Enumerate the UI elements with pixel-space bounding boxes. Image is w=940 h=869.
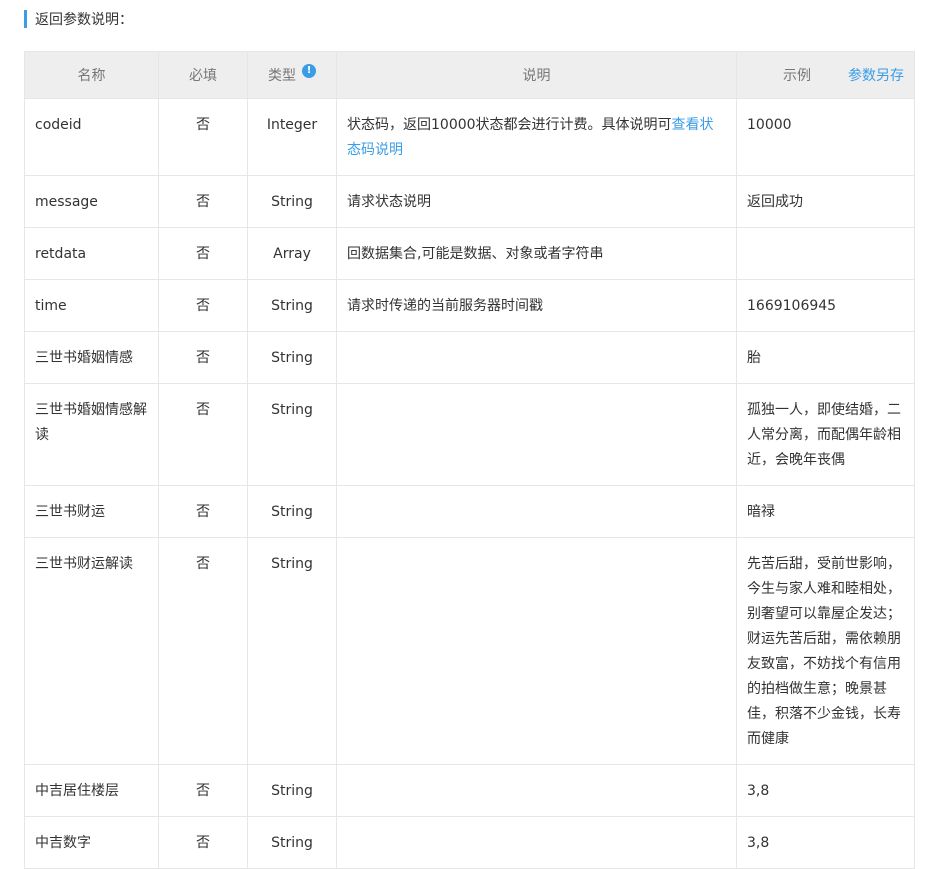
table-row: codeid 否 Integer 状态码，返回10000状态都会进行计费。具体说…: [24, 98, 915, 176]
cell-name: codeid: [24, 98, 159, 176]
table-row: 三世书财运解读 否 String 先苦后甜，受前世影响，今生与家人难和睦相处，别…: [24, 537, 915, 765]
table-row: message 否 String 请求状态说明 返回成功: [24, 175, 915, 228]
table-row: 三世书财运 否 String 暗禄: [24, 485, 915, 538]
cell-type: String: [247, 764, 337, 817]
cell-example: 暗禄: [736, 485, 915, 538]
save-params-link[interactable]: 参数另存: [848, 65, 904, 85]
section-accent-bar: [24, 10, 27, 28]
cell-example: 返回成功: [736, 175, 915, 228]
cell-name: retdata: [24, 227, 159, 280]
header-desc: 说明: [336, 51, 737, 99]
cell-example: 10000: [736, 98, 915, 176]
header-required: 必填: [158, 51, 248, 99]
section-title: 返回参数说明：: [35, 12, 133, 28]
cell-required: 否: [158, 537, 248, 765]
cell-example: 孤独一人，即使结婚，二人常分离，而配偶年龄相近，会晚年丧偶: [736, 383, 915, 486]
cell-desc-text: 状态码，返回10000状态都会进行计费。具体说明可: [347, 117, 672, 133]
table-row: 中吉居住楼层 否 String 3,8: [24, 764, 915, 817]
info-icon[interactable]: !: [302, 64, 316, 78]
cell-required: 否: [158, 485, 248, 538]
cell-required: 否: [158, 816, 248, 869]
cell-type: String: [247, 383, 337, 486]
section-header: 返回参数说明：: [24, 10, 133, 28]
cell-type: String: [247, 175, 337, 228]
cell-name: 三世书婚姻情感解读: [24, 383, 159, 486]
cell-desc: [336, 485, 737, 538]
cell-example: [736, 227, 915, 280]
cell-name: 三世书财运: [24, 485, 159, 538]
cell-desc: [336, 331, 737, 384]
header-example: 示例 参数另存: [736, 51, 915, 99]
cell-desc: 状态码，返回10000状态都会进行计费。具体说明可查看状态码说明: [336, 98, 737, 176]
cell-example: 3,8: [736, 764, 915, 817]
cell-example: 1669106945: [736, 279, 915, 332]
cell-type: String: [247, 485, 337, 538]
return-params-table: 名称 必填 类型 ! 说明 示例 参数另存 codeid 否 Integer 状…: [24, 51, 915, 869]
cell-required: 否: [158, 279, 248, 332]
table-header-row: 名称 必填 类型 ! 说明 示例 参数另存: [24, 51, 915, 99]
cell-name: 中吉数字: [24, 816, 159, 869]
cell-type: Array: [247, 227, 337, 280]
table-row: 三世书婚姻情感解读 否 String 孤独一人，即使结婚，二人常分离，而配偶年龄…: [24, 383, 915, 486]
cell-name: 三世书财运解读: [24, 537, 159, 765]
cell-name: message: [24, 175, 159, 228]
cell-desc: 回数据集合,可能是数据、对象或者字符串: [336, 227, 737, 280]
cell-name: time: [24, 279, 159, 332]
cell-example: 先苦后甜，受前世影响，今生与家人难和睦相处，别奢望可以靠屋企发达；财运先苦后甜，…: [736, 537, 915, 765]
cell-desc: [336, 383, 737, 486]
cell-desc: 请求状态说明: [336, 175, 737, 228]
cell-type: String: [247, 537, 337, 765]
cell-type: Integer: [247, 98, 337, 176]
cell-required: 否: [158, 331, 248, 384]
cell-desc: 请求时传递的当前服务器时间戳: [336, 279, 737, 332]
cell-name: 三世书婚姻情感: [24, 331, 159, 384]
cell-desc: [336, 816, 737, 869]
header-type-label: 类型: [268, 68, 296, 84]
header-type: 类型 !: [247, 51, 337, 99]
cell-desc: [336, 537, 737, 765]
cell-example: 胎: [736, 331, 915, 384]
header-example-label: 示例: [783, 68, 811, 84]
table-row: time 否 String 请求时传递的当前服务器时间戳 1669106945: [24, 279, 915, 332]
cell-desc: [336, 764, 737, 817]
cell-type: String: [247, 279, 337, 332]
table-row: retdata 否 Array 回数据集合,可能是数据、对象或者字符串: [24, 227, 915, 280]
cell-type: String: [247, 331, 337, 384]
cell-required: 否: [158, 98, 248, 176]
cell-required: 否: [158, 764, 248, 817]
cell-required: 否: [158, 383, 248, 486]
table-row: 中吉数字 否 String 3,8: [24, 816, 915, 869]
header-name: 名称: [24, 51, 159, 99]
table-row: 三世书婚姻情感 否 String 胎: [24, 331, 915, 384]
cell-type: String: [247, 816, 337, 869]
cell-required: 否: [158, 175, 248, 228]
cell-required: 否: [158, 227, 248, 280]
cell-name: 中吉居住楼层: [24, 764, 159, 817]
cell-example: 3,8: [736, 816, 915, 869]
